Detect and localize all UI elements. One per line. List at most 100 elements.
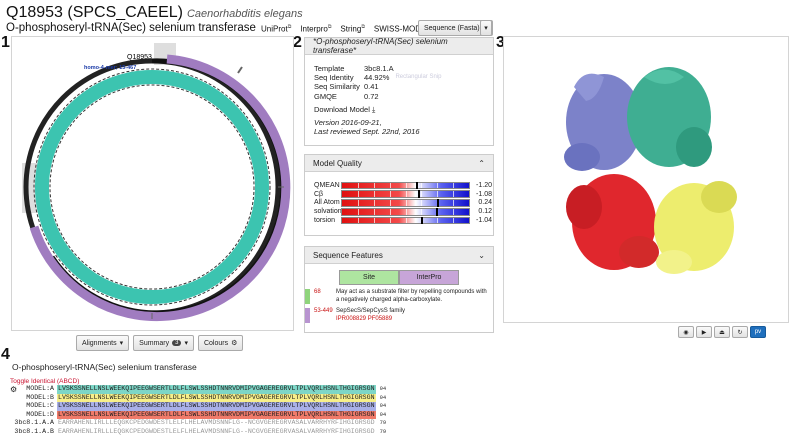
alignment-row: MODEL:A LVSKSSNELLNSLWEEKQIPEEGWSERTLDLFL… [12,385,386,394]
feature-row-site: 68 May act as a substrate filter by repe… [305,289,493,304]
map-oligo-label: homo-4-mer; 15-467 [84,65,136,71]
quality-bar [341,190,470,198]
alignment-row-name: MODEL:A [26,385,54,392]
alignment-row-end: 94 [379,402,387,410]
alignment-row: MODEL:B LVSKSSNELLNSLWEEKQIPEEGWSERTLDLFL… [12,393,387,403]
quality-value: 0.24 [478,199,492,207]
protein-name: O-phosphoseryl-tRNA(Sec) selenium transf… [6,22,256,34]
protein-structure-render[interactable] [504,37,790,324]
alignment-row-end: 79 [379,427,387,435]
chevron-up-icon[interactable]: ⌃ [478,159,485,168]
sequence-map-panel: Q18953 homo-4-mer; 15-467 [11,36,294,331]
alignments-button[interactable]: Alignments ▾ [76,335,130,351]
quality-marker [435,207,438,216]
entry-title: Q18953 (SPCS_CAEEL) [6,4,183,21]
viewer-controls: ◉ ▶ ⏏ ↻ pv [678,326,766,338]
colours-button[interactable]: Colours ⚙ [197,335,244,351]
alignment-row: 3bc8.1.A.B EARRAHENLIRLLLEQGKCPEDGWDESTLE… [12,428,386,437]
quality-label: QMEAN [314,181,340,189]
alignment-row-name: MODEL:C [26,402,54,410]
structure-viewer[interactable] [503,36,789,323]
alignment-row-end: 94 [379,410,387,418]
faint-overlay-text: Rectangular Snip [395,74,442,81]
camera-icon[interactable]: ◉ [678,326,694,338]
quality-value: -1.08 [476,190,492,198]
download-model-link[interactable]: Download Model ⤓ [314,105,493,114]
link-interpro[interactable]: Interpro⧉ [300,24,331,34]
seq-identity-value: 44.92% [364,73,390,83]
quality-marker [437,199,440,207]
sequence-features-header[interactable]: Sequence Features ⌄ [305,247,493,264]
quality-marker [418,190,421,198]
map-ring-template [35,70,269,304]
model-quality-header[interactable]: Model Quality ⌃ [305,155,493,172]
panel-number-1: 1 [1,34,10,51]
template-value: 3bc8.1.A [364,64,394,73]
refresh-icon[interactable]: ↻ [732,326,748,338]
alignment-row-sequence: EARRAHENLIRLLLEQGKCPEDGWDESTLELFLHELAVMD… [58,419,375,427]
model-info-header: *O-phosphoseryl-tRNA(Sec) selenium trans… [305,37,493,55]
sequence-dropdown-button[interactable]: ▾ [480,20,492,36]
quality-row: Cβ -1.08 [305,190,493,199]
toggle-identical-link[interactable]: Toggle Identical (ABCD) [10,378,79,385]
summary-button[interactable]: Summary 3 ▾ [133,335,194,351]
circular-sequence-map[interactable]: Q18953 homo-4-mer; 15-467 [12,37,295,332]
model-info-box: *O-phosphoseryl-tRNA(Sec) selenium trans… [304,37,494,146]
interpro-ids-link[interactable]: IPR008829 PF05889 [336,316,489,324]
quality-bar [341,199,470,207]
external-link-icon: ⧉ [287,24,292,30]
model-quality-box: Model Quality ⌃ QMEAN -1.20 Cβ -1.08 All Ato… [304,154,494,236]
alignment-row: MODEL:D LVSKSSNELLNSLWEEKQIPEEGWSERTLDLFL… [12,410,387,420]
chain-teal [627,67,712,167]
tab-site[interactable]: Site [339,270,399,285]
quality-bar [341,207,470,216]
quality-label: torsion [314,217,336,225]
chevron-down-icon[interactable]: ⌄ [478,251,485,260]
link-string[interactable]: String⧉ [340,24,364,34]
quality-bar [341,181,470,190]
quality-value: -1.04 [476,217,492,225]
alignment-row-sequence: LVSKSSNELLNSLWEEKQIPEEGWSERTLDLFLSWLSSHD… [57,402,376,411]
alignment-row: MODEL:C LVSKSSNELLNSLWEEKQIPEEGWSERTLDLFL… [12,402,386,411]
play-icon[interactable]: ▶ [696,326,712,338]
pv-icon[interactable]: pv [750,326,766,338]
quality-label: Cβ [314,190,324,198]
alignment-row-name: MODEL:B [26,393,54,401]
alignment-row-end: 94 [379,393,387,401]
sequence-features-box: Sequence Features ⌄ Site InterPro 68 May… [304,246,494,333]
species-name: Caenorhabditis elegans [186,8,303,20]
quality-value: 0.12 [478,208,492,216]
external-link-icon: ⧉ [361,24,365,30]
alignment-row-name: 3bc8.1.A.A [14,419,54,427]
alignment-row-sequence: LVSKSSNELLNSLWEEKQIPEEGWSERTLDLFLSWLSSHD… [57,385,376,394]
alignment-row-sequence: EARRAHENLIRLLLEQGKCPEDGWDESTLELFLHELAVMD… [58,427,375,435]
eject-icon[interactable]: ⏏ [714,326,730,338]
quality-row: QMEAN -1.20 [305,181,493,190]
alignment-title: O-phosphoseryl-tRNA(Sec) selenium transf… [12,362,197,372]
quality-row: solvation 0.12 [305,207,493,216]
chain-red [566,174,659,270]
summary-badge: 3 [172,340,182,346]
quality-bar [341,216,470,225]
alignment-row-name: 3bc8.1.A.B [14,427,54,435]
page-title: Q18953 (SPCS_CAEEL) Caenorhabditis elegan… [6,4,303,22]
quality-row: torsion -1.04 [305,216,493,225]
sequence-alignment: MODEL:A LVSKSSNELLNSLWEEKQIPEEGWSERTLDLFL… [12,385,386,437]
map-tick [237,66,243,74]
quality-value: -1.20 [476,181,492,189]
quality-marker [420,216,423,225]
link-uniprot[interactable]: UniProt⧉ [261,24,291,34]
chain-yellow [654,181,737,274]
quality-bars: QMEAN -1.20 Cβ -1.08 All Atom 0.24 solvation 0.… [305,172,493,225]
external-link-icon: ⧉ [327,24,332,30]
map-id-label: Q18953 [127,54,152,61]
download-icon: ⤓ [371,104,376,114]
external-links: UniProt⧉ Interpro⧉ String⧉ SWISS-MODEL⧉ [261,24,434,34]
alignment-row-end: 79 [379,419,387,427]
chevron-down-icon: ▾ [184,340,188,347]
tab-interpro[interactable]: InterPro [399,270,459,285]
panel-number-4: 4 [1,346,10,363]
chevron-down-icon: ▾ [119,340,124,347]
caret-down-icon: ▾ [484,25,488,32]
quality-label: solvation [314,208,342,216]
